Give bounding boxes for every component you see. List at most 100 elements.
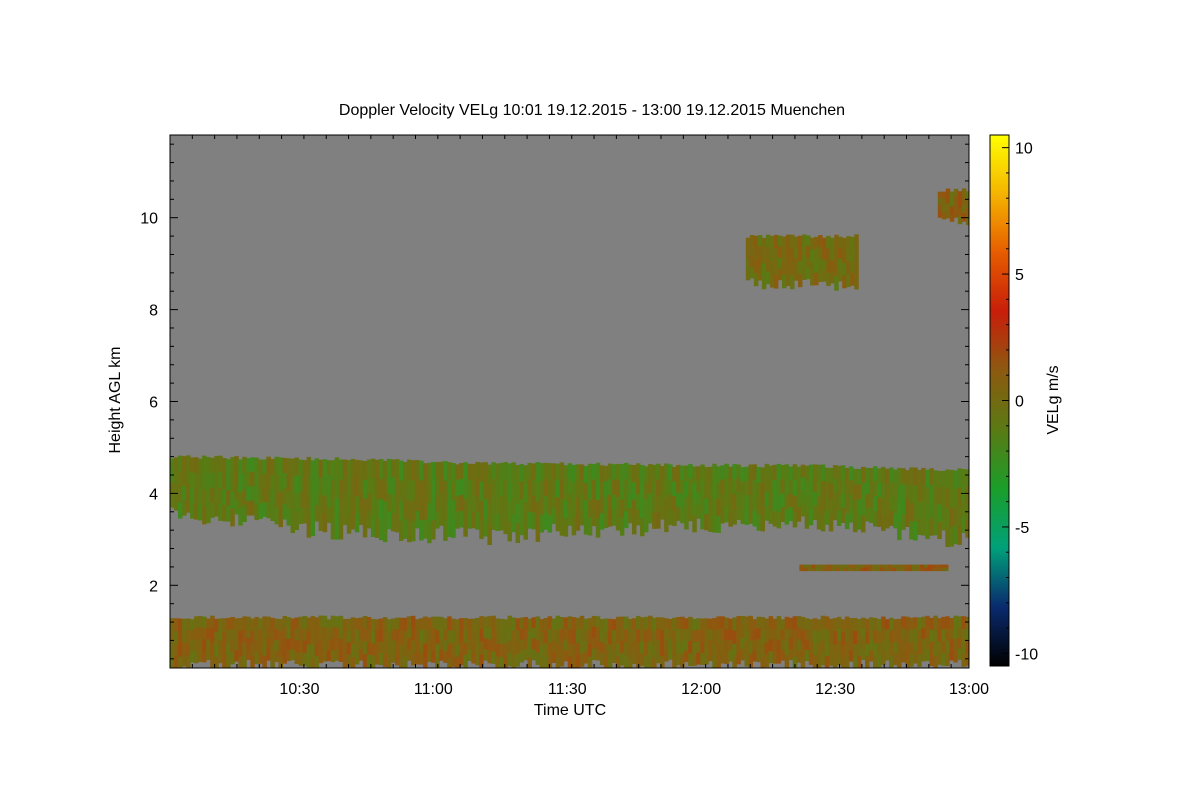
velocity-cell [740,467,745,482]
velocity-cell [753,273,759,287]
velocity-cell [358,508,364,525]
velocity-cell [732,617,737,632]
velocity-cell [555,514,561,532]
velocity-cell [463,642,468,656]
velocity-cell [937,204,943,212]
velocity-cell [873,630,878,644]
velocity-cell [712,463,717,482]
velocity-cell [435,511,440,529]
velocity-cell [640,500,645,519]
velocity-cell [624,655,629,668]
colorbar-tick-label: -5 [1015,520,1029,537]
velocity-cell [921,627,926,640]
velocity-cell [427,522,432,544]
velocity-cell [941,470,946,487]
velocity-cell [843,567,849,572]
velocity-cell [370,631,376,644]
velocity-cell [772,510,778,527]
velocity-cell [366,617,372,631]
velocity-cell [684,481,689,498]
velocity-cell [748,464,753,480]
velocity-cell [262,655,267,668]
velocity-cell [760,643,765,658]
velocity-cell [764,630,770,644]
velocity-cell [851,567,857,572]
velocity-cell [848,618,854,630]
velocity-cell [403,481,408,501]
velocity-cell [226,459,231,475]
velocity-cell [459,495,464,512]
velocity-cell [198,458,203,475]
velocity-cell [575,464,581,482]
velocity-cell [210,654,215,668]
velocity-cell [704,629,709,642]
x-axis-label: Time UTC [534,702,606,719]
velocity-cell [230,628,235,641]
velocity-cell [846,248,851,262]
velocity-cell [869,508,874,523]
velocity-cell [757,257,763,270]
velocity-cell [945,203,951,212]
velocity-cell [619,640,625,654]
velocity-cell [591,626,597,639]
velocity-cell [226,490,231,506]
velocity-cell [776,495,782,513]
velocity-cell [925,521,930,540]
velocity-cell [901,639,906,652]
velocity-cell [571,499,577,518]
velocity-cell [611,479,617,496]
velocity-cell [354,513,360,533]
velocity-cell [262,502,267,517]
velocity-cell [350,511,356,530]
velocity-cell [415,510,420,529]
velocity-cell [370,497,376,518]
velocity-cell [503,643,508,656]
velocity-cell [798,235,803,249]
velocity-cell [957,191,963,200]
velocity-cell [953,615,958,628]
velocity-cell [391,513,396,532]
velocity-cell [202,489,207,508]
velocity-cell [909,503,914,522]
velocity-cell [286,491,291,509]
velocity-cell [720,494,725,509]
velocity-cell [850,236,855,250]
velocity-cell [941,500,946,516]
velocity-cell [346,496,352,516]
velocity-cell [806,267,811,280]
velocity-cell [765,271,771,285]
velocity-cell [957,207,963,217]
velocity-cell [607,644,613,658]
colorbar-label: VELg m/s [1045,365,1062,434]
velocity-cell [836,480,842,497]
velocity-cell [603,631,609,645]
velocity-cell [636,509,641,526]
velocity-cell [745,269,751,281]
velocity-cell [467,479,472,497]
velocity-cell [551,618,557,630]
velocity-cell [929,617,934,631]
velocity-cell [547,497,553,516]
velocity-cell [917,654,922,667]
velocity-cell [579,641,585,655]
velocity-cell [652,644,657,658]
velocity-cell [362,628,368,642]
velocity-cell [322,615,328,628]
velocity-cell [575,497,581,515]
velocity-cell [772,641,778,653]
velocity-cell [415,460,420,478]
velocity-cell [909,654,914,667]
velocity-cell [382,521,388,543]
velocity-cell [234,639,239,651]
velocity-cell [736,478,741,493]
velocity-cell [395,477,400,496]
velocity-cell [190,457,195,474]
velocity-cell [816,619,822,632]
velocity-cell [830,260,835,273]
velocity-cell [688,616,693,630]
velocity-cell [495,655,500,668]
velocity-cell [764,463,770,479]
velocity-cell [334,638,340,650]
velocity-cell [354,459,360,479]
velocity-cell [419,652,424,665]
